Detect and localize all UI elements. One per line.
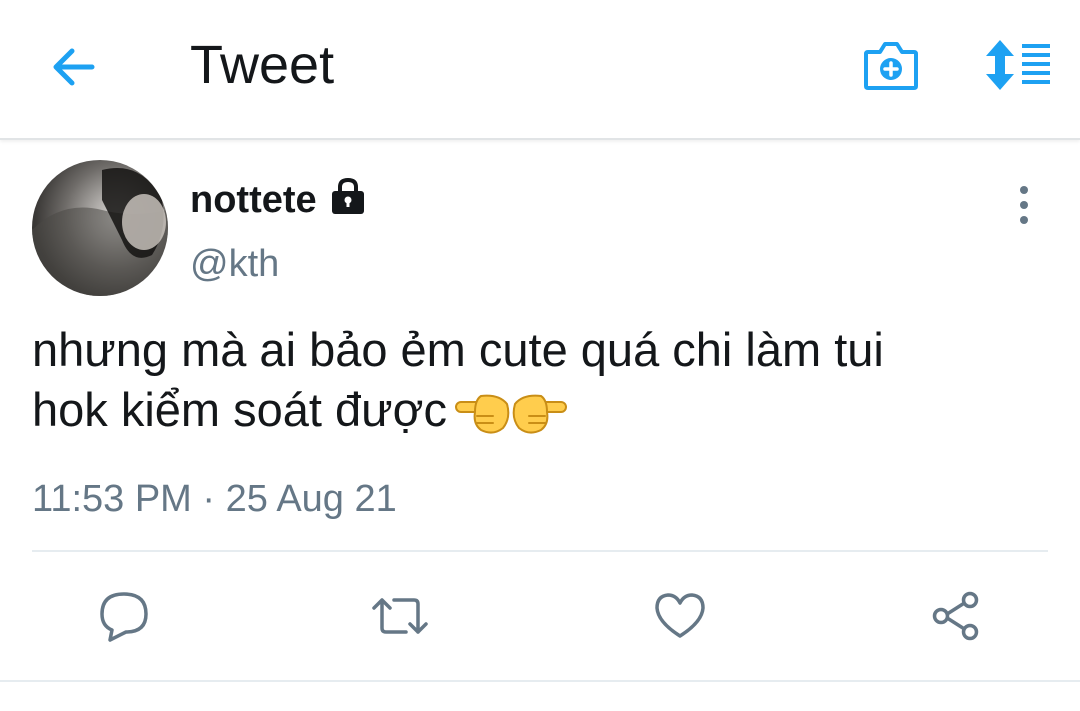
tweet-text-line2: hok kiểm soát được	[32, 383, 447, 436]
camera-button[interactable]	[862, 38, 920, 92]
share-button[interactable]	[928, 588, 984, 644]
lock-icon	[328, 176, 368, 216]
app-header: Tweet	[0, 0, 1080, 140]
retweet-icon	[372, 598, 428, 634]
avatar-photo	[32, 168, 168, 296]
pointing-right-emoji	[512, 394, 567, 434]
heart-icon	[655, 593, 705, 638]
display-name[interactable]: nottete	[190, 178, 317, 222]
retweet-button[interactable]	[372, 588, 428, 644]
reply-button[interactable]	[96, 588, 152, 644]
arrow-left-icon	[53, 48, 95, 86]
bottom-divider	[0, 680, 1080, 682]
avatar[interactable]	[32, 160, 168, 296]
user-handle[interactable]: @kth	[190, 242, 279, 286]
more-options-button[interactable]	[1004, 184, 1044, 228]
tweet-text: nhưng mà ai bảo ẻm cute quá chi làm tui …	[32, 320, 1042, 454]
back-button[interactable]	[48, 45, 98, 89]
camera-add-icon	[864, 42, 918, 90]
sort-list-icon	[986, 40, 1050, 90]
more-vertical-icon	[1020, 186, 1028, 224]
sort-button[interactable]	[982, 38, 1052, 92]
tweet-timestamp: 11:53 PM · 25 Aug 21	[32, 478, 397, 520]
tweet-text-line2-row: hok kiểm soát được	[32, 380, 1042, 454]
divider	[32, 550, 1048, 552]
emoji-group	[453, 384, 569, 454]
reply-icon	[100, 592, 148, 642]
pointing-left-emoji	[454, 394, 510, 434]
like-button[interactable]	[652, 588, 708, 644]
page-title: Tweet	[190, 35, 335, 95]
share-icon	[932, 591, 979, 641]
tweet-text-line1: nhưng mà ai bảo ẻm cute quá chi làm tui	[32, 323, 884, 376]
